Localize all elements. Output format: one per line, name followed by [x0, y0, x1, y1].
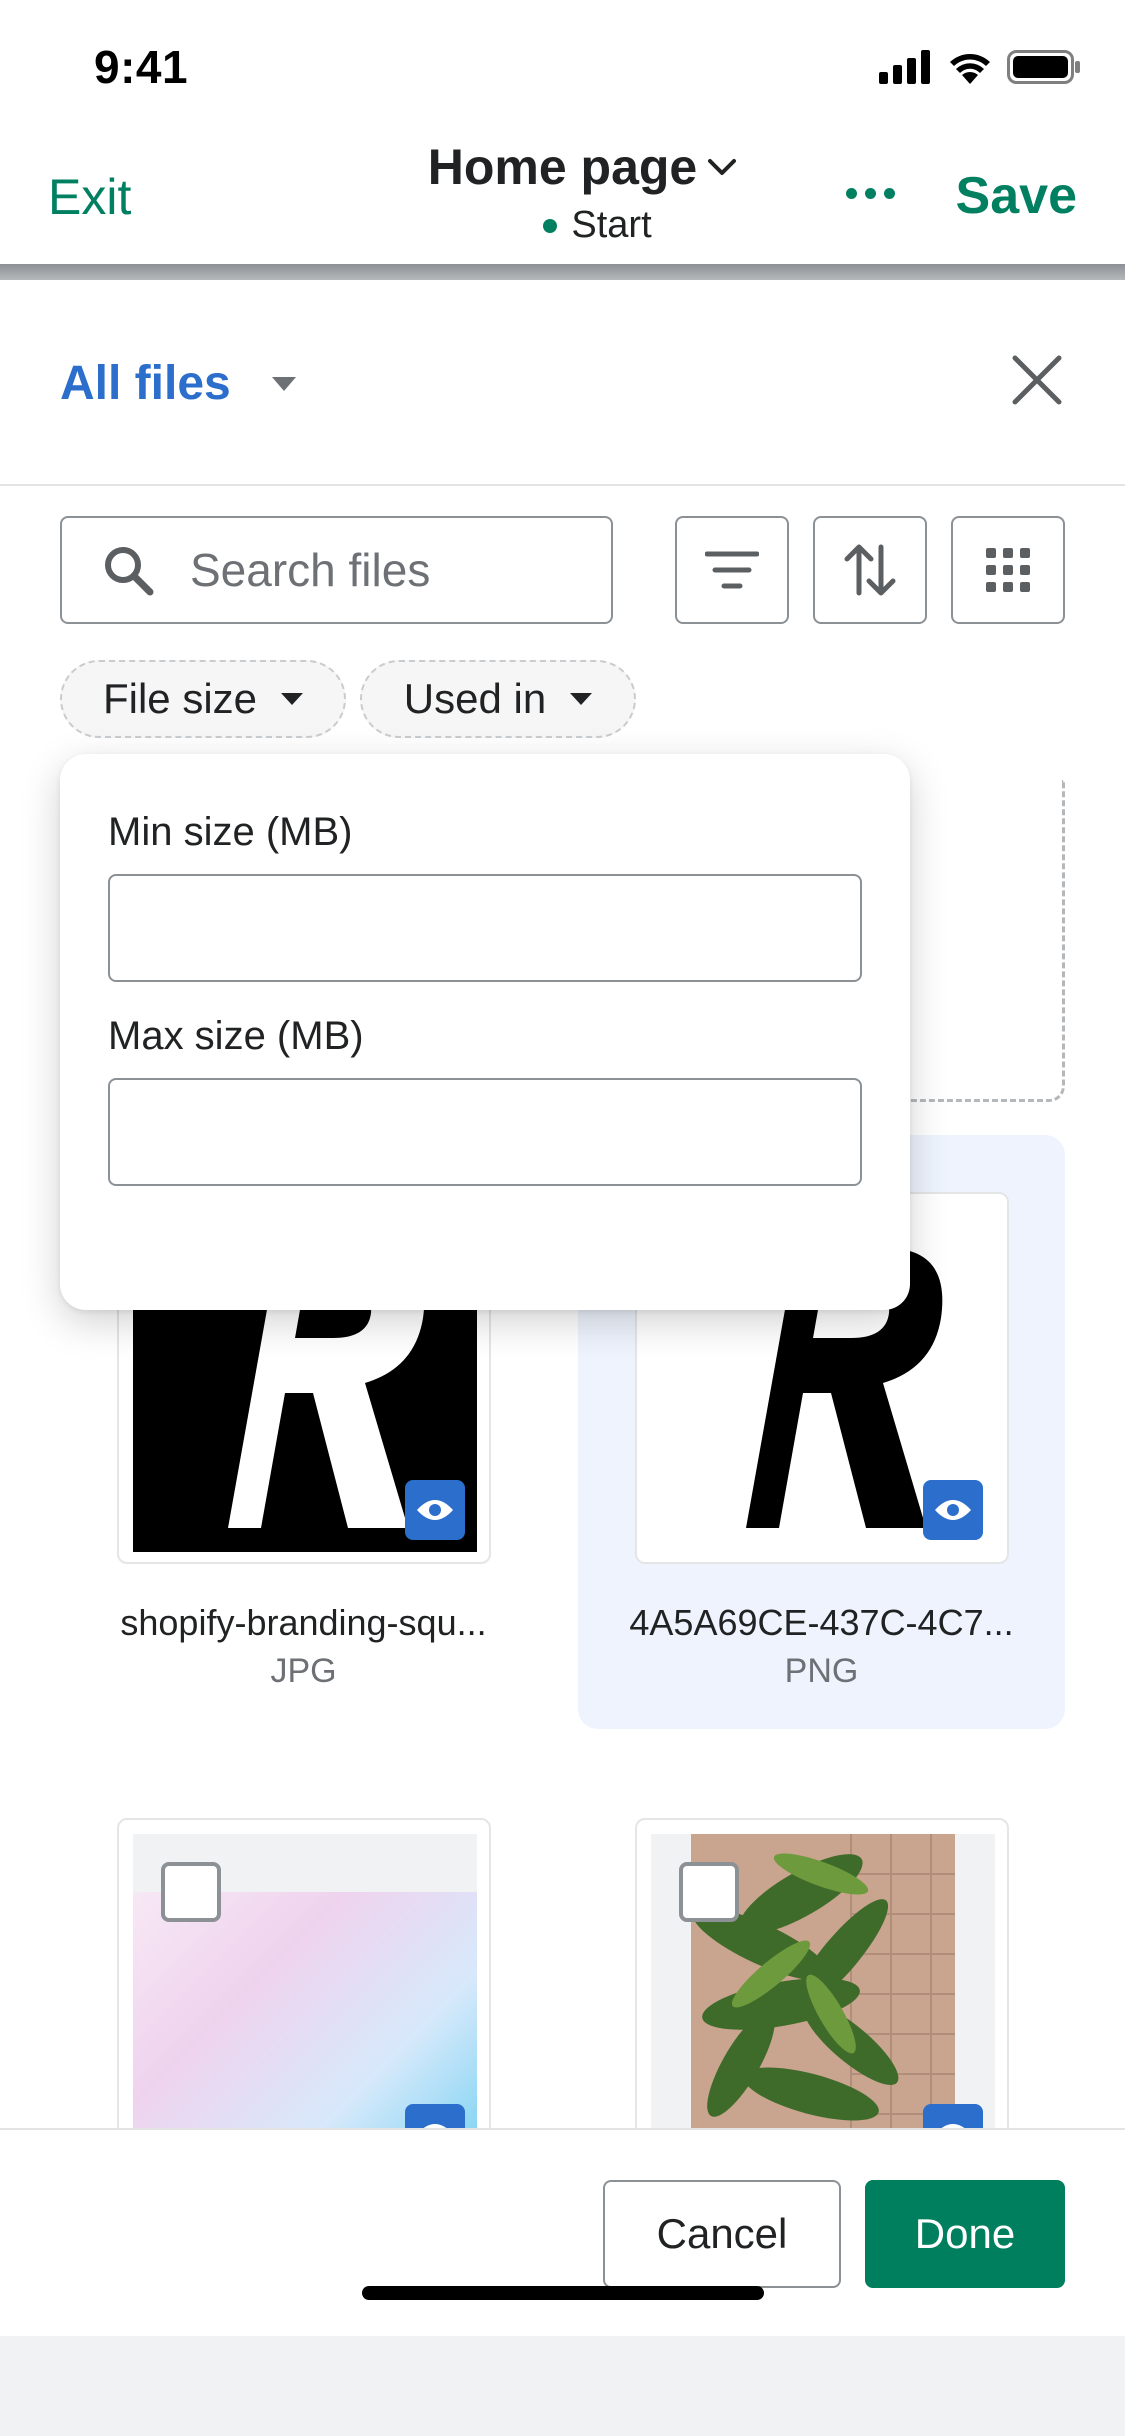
battery-icon — [1007, 50, 1080, 84]
file-size-filter-chip[interactable]: File size — [60, 660, 346, 738]
all-files-label: All files — [60, 357, 231, 410]
status-dot — [543, 218, 558, 233]
used-in-filter-chip[interactable]: Used in — [360, 660, 636, 738]
save-button[interactable]: Save — [956, 166, 1077, 226]
wifi-icon — [950, 54, 990, 84]
filter-button[interactable] — [675, 516, 789, 624]
chip-label: Used in — [403, 675, 547, 722]
search-icon — [105, 547, 154, 596]
sheet-header: All files — [0, 280, 1125, 486]
chip-label: File size — [102, 675, 258, 722]
status-icons — [879, 50, 1081, 84]
file-type: JPG — [270, 1652, 337, 1690]
caret-down-icon — [281, 693, 304, 705]
file-thumbnail[interactable] — [635, 1818, 1009, 2164]
all-files-dropdown[interactable]: All files — [60, 356, 297, 411]
cancel-button[interactable]: Cancel — [603, 2180, 841, 2288]
header-divider — [0, 264, 1125, 280]
home-indicator[interactable] — [362, 2286, 764, 2300]
footer-bar: Cancel Done — [0, 2128, 1125, 2336]
status-label: Start — [571, 204, 652, 246]
done-button[interactable]: Done — [865, 2180, 1065, 2288]
filter-icon — [705, 551, 759, 589]
home-indicator-area — [0, 2336, 1125, 2436]
grid-view-button[interactable] — [951, 516, 1065, 624]
more-icon[interactable] — [846, 188, 895, 199]
close-icon[interactable] — [1009, 352, 1065, 408]
file-name: shopify-branding-squ... — [120, 1602, 487, 1643]
status-bar: 9:41 — [0, 0, 1125, 132]
grid-view-icon — [986, 548, 1030, 592]
min-size-label: Min size (MB) — [108, 810, 353, 854]
select-checkbox[interactable] — [161, 1862, 221, 1922]
status-time: 9:41 — [94, 41, 189, 93]
app-header: Exit Home page Start Save — [0, 132, 1125, 264]
file-name: 4A5A69CE-437C-4C7... — [629, 1602, 1014, 1643]
file-type: PNG — [784, 1652, 859, 1690]
max-size-input[interactable] — [108, 1078, 862, 1186]
status-subtitle: Start — [543, 204, 652, 247]
min-size-input[interactable] — [108, 874, 862, 982]
sort-button[interactable] — [813, 516, 927, 624]
eye-icon — [417, 1500, 453, 1520]
file-size-popover: Min size (MB) Max size (MB) — [60, 754, 910, 1310]
chevron-down-icon — [708, 159, 737, 175]
file-thumbnail[interactable] — [117, 1818, 491, 2164]
caret-down-icon — [570, 693, 593, 705]
caret-down-icon — [271, 376, 296, 391]
page-title-dropdown[interactable]: Home page — [428, 138, 738, 196]
eye-icon — [935, 1500, 971, 1520]
sort-icon — [844, 544, 896, 596]
select-checkbox[interactable] — [679, 1862, 739, 1922]
page-title: Home page — [427, 139, 698, 195]
max-size-label: Max size (MB) — [108, 1014, 364, 1058]
preview-button[interactable] — [923, 1480, 983, 1540]
search-input[interactable]: Search files — [60, 516, 613, 624]
search-placeholder: Search files — [190, 544, 431, 596]
signal-icon — [879, 50, 930, 84]
preview-button[interactable] — [405, 1480, 465, 1540]
